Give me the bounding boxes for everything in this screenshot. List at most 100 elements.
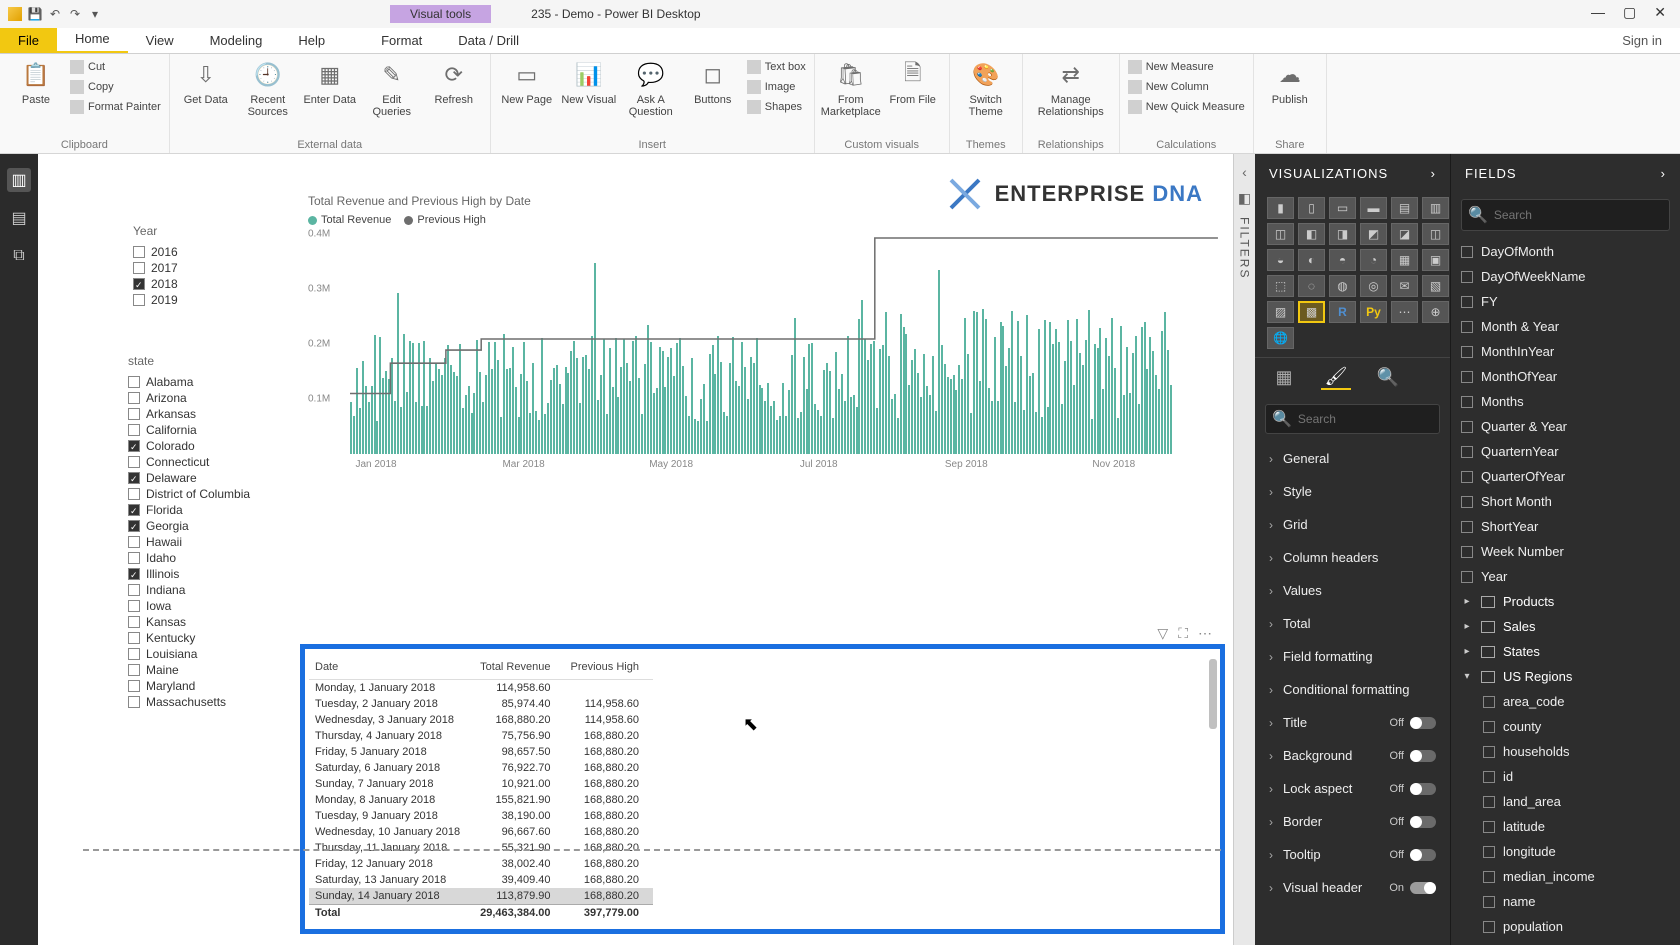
visual-type-icon[interactable]: ⊕: [1422, 301, 1449, 323]
toggle-switch[interactable]: Off: [1390, 849, 1436, 861]
revenue-chart[interactable]: Total Revenue and Previous High by Date …: [308, 194, 1218, 484]
visual-type-icon[interactable]: ◓: [1329, 249, 1356, 271]
focus-mode-icon[interactable]: ⛶: [1178, 625, 1188, 642]
more-options-icon[interactable]: ⋯: [1198, 625, 1212, 642]
get-data-button[interactable]: ⇩Get Data: [178, 58, 234, 106]
recent-sources-button[interactable]: 🕘Recent Sources: [240, 58, 296, 118]
state-option[interactable]: Idaho: [128, 550, 250, 566]
format-mode-icon[interactable]: 🖌: [1321, 364, 1351, 390]
table-row[interactable]: Wednesday, 3 January 2018168,880.20114,9…: [309, 712, 653, 728]
state-option[interactable]: Colorado: [128, 438, 250, 454]
table-scrollbar[interactable]: [1209, 659, 1219, 919]
chevron-right-icon[interactable]: ›: [1431, 166, 1436, 181]
filter-icon[interactable]: ▽: [1157, 625, 1168, 642]
chevron-right-icon[interactable]: ›: [1661, 166, 1666, 181]
state-option[interactable]: Illinois: [128, 566, 250, 582]
analytics-mode-icon[interactable]: 🔍: [1373, 364, 1403, 390]
file-tab[interactable]: File: [0, 28, 57, 53]
model-view-icon[interactable]: ⧉: [7, 244, 31, 268]
fields-field[interactable]: name: [1457, 889, 1674, 914]
table-row[interactable]: Thursday, 11 January 201855,321.90168,88…: [309, 840, 653, 856]
new-visual-button[interactable]: 📊New Visual: [561, 58, 617, 106]
visual-type-icon[interactable]: ◫: [1267, 223, 1294, 245]
fields-field[interactable]: population: [1457, 914, 1674, 939]
fields-field[interactable]: median_income: [1457, 864, 1674, 889]
visual-type-icon[interactable]: ▣: [1422, 249, 1449, 271]
format-property[interactable]: ›BackgroundOff: [1263, 739, 1442, 772]
state-option[interactable]: Arkansas: [128, 406, 250, 422]
fields-mode-icon[interactable]: ▦: [1269, 364, 1299, 390]
format-property[interactable]: ›General: [1263, 442, 1442, 475]
state-option[interactable]: Arizona: [128, 390, 250, 406]
table-row[interactable]: Saturday, 13 January 201839,409.40168,88…: [309, 872, 653, 888]
visual-type-icon[interactable]: ▨: [1267, 301, 1294, 323]
fields-field[interactable]: latitude: [1457, 814, 1674, 839]
visual-type-icon[interactable]: ▬: [1360, 197, 1387, 219]
table-row[interactable]: Wednesday, 10 January 201896,667.60168,8…: [309, 824, 653, 840]
visual-type-icon[interactable]: ▯: [1298, 197, 1325, 219]
fields-field[interactable]: QuarterOfYear: [1457, 464, 1674, 489]
textbox-button[interactable]: Text box: [747, 58, 806, 76]
from-file-button[interactable]: 🗎From File: [885, 58, 941, 106]
format-property[interactable]: ›Lock aspectOff: [1263, 772, 1442, 805]
year-option[interactable]: 2019: [133, 292, 178, 308]
state-option[interactable]: Florida: [128, 502, 250, 518]
state-option[interactable]: Hawaii: [128, 534, 250, 550]
format-property[interactable]: ›Total: [1263, 607, 1442, 640]
enter-data-button[interactable]: ▦Enter Data: [302, 58, 358, 106]
visual-type-icon[interactable]: ◐: [1298, 249, 1325, 271]
table-row[interactable]: Tuesday, 9 January 201838,190.00168,880.…: [309, 808, 653, 824]
new-page-button[interactable]: ▭New Page: [499, 58, 555, 106]
state-option[interactable]: Connecticut: [128, 454, 250, 470]
view-tab[interactable]: View: [128, 28, 192, 53]
visual-type-icon[interactable]: ◧: [1298, 223, 1325, 245]
fields-field[interactable]: Month & Year: [1457, 314, 1674, 339]
col-total-revenue[interactable]: Total Revenue: [474, 657, 564, 680]
format-search-input[interactable]: [1296, 411, 1433, 427]
format-tab[interactable]: Format: [363, 28, 440, 53]
format-painter-button[interactable]: Format Painter: [70, 98, 161, 116]
data-view-icon[interactable]: ▤: [7, 206, 31, 230]
new-measure-button[interactable]: New Measure: [1128, 58, 1245, 76]
fields-field[interactable]: Year: [1457, 564, 1674, 589]
format-property[interactable]: ›TitleOff: [1263, 706, 1442, 739]
visual-type-icon[interactable]: ▭: [1329, 197, 1356, 219]
fields-field[interactable]: DayOfMonth: [1457, 239, 1674, 264]
cut-button[interactable]: Cut: [70, 58, 161, 76]
table-row[interactable]: Sunday, 14 January 2018113,879.90168,880…: [309, 888, 653, 905]
fields-field[interactable]: state: [1457, 939, 1674, 945]
visual-type-icon[interactable]: ◨: [1329, 223, 1356, 245]
year-slicer[interactable]: Year 2016201720182019: [133, 224, 178, 308]
ask-question-button[interactable]: 💬Ask A Question: [623, 58, 679, 118]
toggle-switch[interactable]: Off: [1390, 816, 1436, 828]
visual-type-icon[interactable]: ◒: [1267, 249, 1294, 271]
report-canvas[interactable]: ENTERPRISE DNA Year 2016201720182019 sta…: [38, 154, 1233, 945]
fields-field[interactable]: id: [1457, 764, 1674, 789]
state-option[interactable]: Massachusetts: [128, 694, 250, 710]
fields-table[interactable]: ▸States: [1457, 639, 1674, 664]
format-property[interactable]: ›BorderOff: [1263, 805, 1442, 838]
visual-type-icon[interactable]: Py: [1360, 301, 1387, 323]
publish-button[interactable]: ☁Publish: [1262, 58, 1318, 106]
format-property[interactable]: ›Conditional formatting: [1263, 673, 1442, 706]
visual-type-icon[interactable]: ◔: [1360, 249, 1387, 271]
edit-queries-button[interactable]: ✎Edit Queries: [364, 58, 420, 118]
table-row[interactable]: Thursday, 4 January 201875,756.90168,880…: [309, 728, 653, 744]
expand-filters-icon[interactable]: ‹: [1242, 164, 1247, 180]
format-property[interactable]: ›TooltipOff: [1263, 838, 1442, 871]
visual-type-icon[interactable]: ▦: [1391, 249, 1418, 271]
maximize-icon[interactable]: ▢: [1623, 4, 1636, 21]
visual-type-icon[interactable]: ◍: [1329, 275, 1356, 297]
visual-type-icon[interactable]: ⬚: [1267, 275, 1294, 297]
table-row[interactable]: Friday, 12 January 201838,002.40168,880.…: [309, 856, 653, 872]
state-option[interactable]: Maryland: [128, 678, 250, 694]
state-option[interactable]: Alabama: [128, 374, 250, 390]
undo-icon[interactable]: ↶: [48, 7, 62, 21]
redo-icon[interactable]: ↷: [68, 7, 82, 21]
fields-field[interactable]: Quarter & Year: [1457, 414, 1674, 439]
state-option[interactable]: Kansas: [128, 614, 250, 630]
report-view-icon[interactable]: ▥: [7, 168, 31, 192]
data-drill-tab[interactable]: Data / Drill: [440, 28, 537, 53]
format-property[interactable]: ›Values: [1263, 574, 1442, 607]
visual-type-icon[interactable]: ▧: [1422, 275, 1449, 297]
